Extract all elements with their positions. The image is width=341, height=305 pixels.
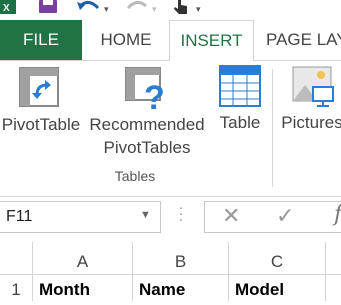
pictures-label: Pictures bbox=[281, 113, 341, 132]
customize-dropdown-icon[interactable]: ▾ bbox=[196, 4, 201, 15]
undo-icon[interactable] bbox=[76, 0, 102, 19]
tables-group-label: Tables bbox=[114, 168, 156, 184]
recommended-label: Recommended bbox=[89, 115, 205, 134]
cell-b1[interactable]: Name bbox=[133, 275, 229, 301]
tab-insert[interactable]: INSERT bbox=[169, 20, 254, 61]
recommended-pivottables-icon: ? bbox=[86, 61, 208, 117]
column-header-a[interactable]: A bbox=[33, 242, 133, 274]
table-icon bbox=[212, 61, 268, 111]
svg-text:X: X bbox=[3, 3, 10, 14]
redo-dropdown-icon[interactable]: ▾ bbox=[152, 4, 157, 15]
name-box-dropdown-icon[interactable]: ▼ bbox=[140, 209, 151, 221]
insert-function-icon[interactable]: f bbox=[334, 202, 341, 227]
column-header-row: A B C bbox=[0, 242, 341, 275]
save-icon[interactable] bbox=[38, 0, 58, 19]
undo-dropdown-icon[interactable]: ▾ bbox=[104, 4, 109, 15]
pivottable-button[interactable]: PivotTable bbox=[0, 61, 82, 136]
column-header-d[interactable] bbox=[326, 242, 341, 274]
tab-file[interactable]: FILE bbox=[0, 20, 82, 60]
group-separator bbox=[272, 69, 273, 187]
enter-entry-icon[interactable]: ✓ bbox=[276, 203, 294, 229]
table-button[interactable]: Table bbox=[212, 61, 268, 134]
formula-bar: F11 ▼ ··· ✕ ✓ f bbox=[0, 197, 341, 243]
ribbon-tab-bar: FILE HOME INSERT PAGE LAY bbox=[0, 20, 341, 61]
excel-logo-icon: X bbox=[0, 0, 16, 21]
tab-home[interactable]: HOME bbox=[88, 20, 164, 60]
cancel-entry-icon[interactable]: ✕ bbox=[222, 203, 240, 229]
column-header-c[interactable]: C bbox=[229, 242, 326, 274]
formula-bar-grip-icon[interactable]: · · · bbox=[178, 200, 184, 227]
pictures-icon bbox=[276, 61, 341, 111]
select-all-corner[interactable] bbox=[0, 242, 33, 274]
cell-c1[interactable]: Model bbox=[229, 275, 326, 301]
tab-page-layout[interactable]: PAGE LAY bbox=[258, 20, 341, 60]
column-header-b[interactable]: B bbox=[133, 242, 229, 274]
table-label: Table bbox=[219, 113, 261, 132]
quick-access-toolbar: X ▾ ▾ ▾ bbox=[0, 0, 341, 20]
name-box-value: F11 bbox=[6, 208, 33, 225]
recommended-pivottables-button[interactable]: ? Recommended PivotTables bbox=[86, 61, 208, 159]
name-box[interactable]: F11 ▼ bbox=[0, 201, 161, 233]
pivottables-label: PivotTables bbox=[103, 138, 191, 157]
touch-mode-icon[interactable] bbox=[172, 0, 190, 19]
pictures-button[interactable]: Pictures bbox=[276, 61, 341, 134]
pivottable-label: PivotTable bbox=[1, 115, 81, 134]
ribbon-insert-panel: PivotTable ? Recommended PivotTables Tab… bbox=[0, 61, 341, 197]
cell-a1[interactable]: Month bbox=[33, 275, 133, 301]
svg-text:?: ? bbox=[144, 79, 165, 111]
redo-icon[interactable] bbox=[124, 0, 150, 19]
table-row: 1 Month Name Model bbox=[0, 275, 341, 301]
row-header-1[interactable]: 1 bbox=[0, 275, 33, 301]
pivottable-icon bbox=[0, 61, 82, 113]
